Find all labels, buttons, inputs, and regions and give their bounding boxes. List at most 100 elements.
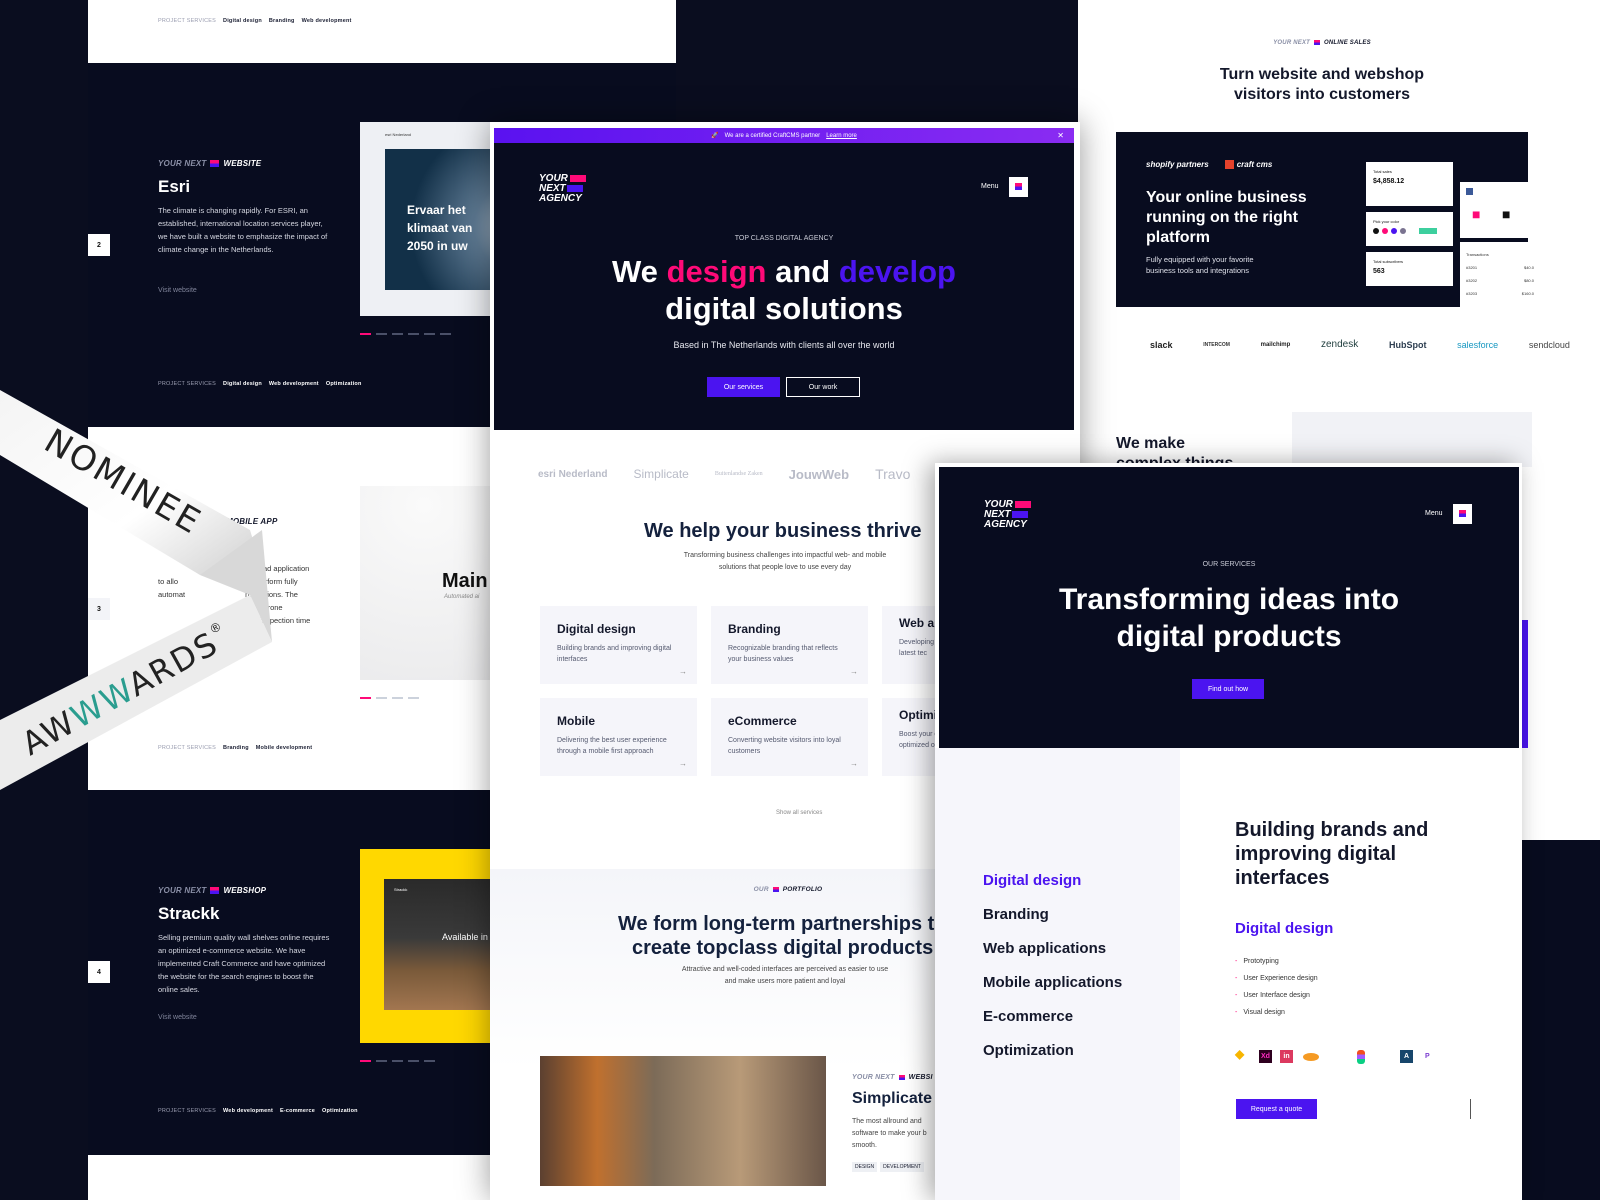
project-services: PROJECT SERVICES Digital design Branding We… [158, 18, 352, 24]
arrow-right-icon: → [679, 759, 687, 768]
list-text: Visual design [1243, 1009, 1285, 1016]
list-item: - User Interface design [1235, 992, 1310, 999]
craft-logo: craft cms [1236, 160, 1273, 169]
figma-icon [1357, 1050, 1365, 1064]
menu-icon [1015, 183, 1022, 190]
service-card[interactable]: Mobile Delivering the best user experienc… [540, 698, 697, 776]
case-title: Simplicate [852, 1090, 933, 1107]
salesforce-logo: salesforce [1457, 339, 1499, 350]
eyebrow-text: ONLINE SALES [1324, 40, 1371, 47]
services-nav-item[interactable]: Mobile applications [983, 974, 1180, 991]
list-text: User Experience design [1243, 975, 1318, 982]
tx-row: #3201 $40.0 [1466, 261, 1534, 274]
platform-subtitle: Fully equipped with your favorite busines… [1146, 254, 1254, 276]
service-card[interactable]: eCommerce Converting website visitors int… [711, 698, 868, 776]
menu-label[interactable]: Menu [981, 183, 999, 190]
close-icon[interactable]: ✕ [1057, 131, 1064, 140]
banner-text: We are a certified CraftCMS partner [724, 132, 821, 139]
title-line: Building brands and [1235, 819, 1429, 841]
title-line: digital products [1116, 620, 1342, 653]
service-card[interactable]: Branding Recognizable branding that refle… [711, 606, 868, 684]
service-tag: Branding [268, 18, 295, 24]
services-label: PROJECT SERVICES [158, 18, 217, 24]
service-list: - Prototyping - User Experience design - Us… [1235, 953, 1318, 1021]
menu-button[interactable] [1453, 504, 1472, 524]
logo-mark [570, 175, 586, 182]
project-title: Esri [158, 177, 191, 196]
hero-title: We design and develop digital solutions [494, 253, 1074, 327]
service-tag: Optimization [322, 1108, 358, 1114]
logo-line: AGENCY [539, 193, 582, 204]
preview-sub: Automated ai [444, 594, 480, 600]
invision-icon: in [1280, 1050, 1293, 1063]
services-nav-item[interactable]: Web applications [983, 940, 1180, 957]
tx-row: #3203 $160.0 [1466, 287, 1534, 300]
tx-amount: $80.0 [1523, 278, 1534, 283]
sub-line: Fully equipped with your favorite [1146, 255, 1254, 264]
case-photo[interactable] [540, 1056, 826, 1186]
color-swatches[interactable] [1373, 228, 1446, 234]
agency-logo[interactable]: YOUR NEXT AGENCY [984, 500, 1031, 530]
our-work-button[interactable]: Our work [786, 377, 860, 397]
services-nav-item[interactable]: E-commerce [983, 1008, 1180, 1025]
show-all-services-link[interactable]: Show all services [776, 810, 822, 816]
carousel-dots[interactable] [360, 697, 419, 699]
slide-number: 2 [88, 234, 110, 256]
title-line: visitors into customers [1233, 86, 1411, 103]
client-logo: JouwWeb [788, 466, 850, 482]
tshirt-black-icon: ■ [1502, 206, 1511, 222]
widget-label: Total sales [1373, 169, 1392, 174]
visit-website-link[interactable]: Visit website [158, 287, 197, 294]
tx-amount: $40.0 [1523, 265, 1534, 270]
title-line: running on the right [1146, 209, 1298, 226]
eyebrow-text: WEBSI [908, 1074, 933, 1081]
project-eyebrow: YOUR NEXT WEBSITE [158, 159, 261, 168]
tag: DEVELOPMENT [880, 1162, 924, 1172]
find-out-how-button[interactable]: Find out how [1192, 679, 1264, 699]
list-text: User Interface design [1243, 992, 1310, 999]
client-logo: Travo [875, 466, 911, 482]
preview-logo: Strackk [394, 887, 408, 892]
services-nav-item[interactable]: Digital design [983, 872, 1180, 889]
awwwards-nominee-ribbon: NOMINEE AWWWARDS® [0, 390, 272, 790]
service-tag: E-commerce [279, 1108, 316, 1114]
carousel-dots[interactable] [360, 333, 451, 335]
carousel-dots[interactable] [360, 1060, 435, 1062]
services-nav-item[interactable]: Optimization [983, 1042, 1180, 1059]
eyebrow-text: YOUR NEXT [852, 1074, 895, 1081]
services-nav-item[interactable]: Branding [983, 906, 1180, 923]
case-description: The most allround and software to make y… [852, 1118, 927, 1149]
preview-logo: esri Nederland [385, 132, 412, 137]
learn-more-link[interactable]: Learn more [826, 133, 857, 139]
services-hero: YOUR NEXT AGENCY Menu OUR SERVICES Transfo… [939, 467, 1519, 748]
client-logo: Simplicate [633, 467, 689, 481]
service-card[interactable]: Digital design Building brands and improv… [540, 606, 697, 684]
arrow-right-icon: → [679, 667, 687, 676]
list-item: - User Experience design [1235, 975, 1318, 982]
menu-button[interactable] [1009, 177, 1028, 197]
project-description: Selling premium quality wall shelves onl… [158, 933, 330, 994]
request-quote-button[interactable]: Request a quote [1236, 1099, 1317, 1119]
list-item: - Prototyping [1235, 958, 1279, 965]
sub-line: and make users more patient and loyal [724, 978, 846, 985]
slide-number: 4 [88, 961, 110, 983]
client-logo: esri Nederland [538, 468, 608, 480]
platform-box: shopify partners craft cms Your online bu… [1116, 132, 1540, 307]
title-line: We form long-term partnerships t [618, 913, 935, 935]
scroll-indicator[interactable] [1470, 1099, 1471, 1119]
widget-products: ■ ■ [1460, 182, 1540, 238]
facebook-icon [1466, 188, 1473, 195]
sendcloud-logo: sendcloud [1528, 339, 1570, 350]
widget-label: Pick your color [1373, 219, 1400, 224]
menu-label[interactable]: Menu [1425, 510, 1443, 517]
our-services-button[interactable]: Our services [707, 377, 780, 397]
tx-id: #3201 [1466, 265, 1478, 270]
service-tag: Optimization [325, 381, 362, 387]
principle-icon [1303, 1053, 1319, 1061]
widget-label: Total subscribers [1373, 259, 1404, 264]
portfolio-title: We form long-term partnerships t create t… [618, 912, 934, 960]
zendesk-logo: zendesk [1321, 339, 1359, 350]
agency-logo[interactable]: YOUR NEXT AGENCY [539, 174, 586, 204]
visit-website-link[interactable]: Visit website [158, 1014, 197, 1021]
services-label: PROJECT SERVICES [158, 1108, 217, 1114]
